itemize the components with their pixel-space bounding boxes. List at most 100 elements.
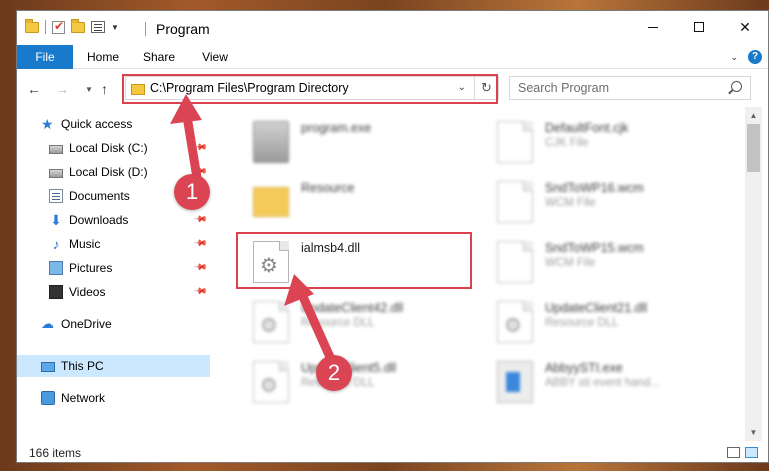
videos-icon — [49, 285, 63, 299]
file-item[interactable]: DefaultFont.cjk CJK File — [487, 117, 727, 169]
item-count: 166 items — [29, 446, 82, 460]
file-item[interactable]: UpdateClient5.dll Resource DLL — [243, 357, 483, 409]
forward-arrow-icon[interactable]: → — [55, 81, 69, 97]
pin-icon[interactable]: 📌 — [193, 284, 208, 300]
file-name: SndToWP16.wcm — [545, 181, 644, 195]
minimize-icon — [648, 26, 658, 28]
documents-icon — [49, 189, 63, 203]
quick-access-toolbar: ▼ — [25, 18, 119, 34]
search-icon — [731, 81, 742, 92]
ribbon-tabs: File Home Share View ⌄ ? — [17, 45, 768, 69]
folder-icon — [25, 18, 39, 33]
recent-locations-dropdown-icon[interactable]: ▼ — [85, 85, 93, 94]
download-icon: ⬇ — [50, 212, 62, 228]
sidebar-item-label: Pictures — [69, 261, 113, 275]
pictures-icon — [49, 261, 63, 275]
maximize-button[interactable] — [676, 11, 722, 43]
pin-icon[interactable]: 📌 — [193, 212, 208, 228]
step-1-callout: 1 — [174, 174, 210, 210]
sidebar-item-videos[interactable]: Videos 📌 — [49, 281, 210, 303]
file-item[interactable]: SndToWP16.wcm WCM File — [487, 177, 727, 229]
exe-icon — [253, 121, 289, 163]
sidebar-item-label: Downloads — [69, 213, 129, 227]
file-type: Resource DLL — [545, 317, 619, 329]
tab-share[interactable]: Share — [139, 45, 179, 69]
pin-icon[interactable]: 📌 — [193, 236, 208, 252]
file-item[interactable]: AbbyySTI.exe ABBY sti event hand... — [487, 357, 727, 409]
sidebar-item-onedrive[interactable]: ☁ OneDrive — [41, 313, 234, 335]
sidebar-item-label: OneDrive — [61, 317, 112, 331]
dll-icon — [253, 301, 289, 343]
file-type: CJK File — [545, 137, 589, 149]
document-icon — [497, 121, 533, 163]
search-placeholder: Search Program — [518, 81, 610, 95]
sidebar-item-label: Local Disk (D:) — [69, 165, 148, 179]
file-item[interactable]: UpdateClient21.dll Resource DLL — [487, 297, 727, 349]
sidebar-item-pictures[interactable]: Pictures 📌 — [49, 257, 210, 279]
scroll-up-icon[interactable]: ▲ — [745, 107, 762, 124]
sidebar-item-local-disk-c[interactable]: Local Disk (C:) 📌 — [49, 137, 210, 159]
status-bar: 166 items — [17, 441, 768, 462]
file-type: WCM File — [545, 197, 596, 209]
file-item[interactable]: Resource — [243, 177, 483, 229]
file-name: SndToWP15.wcm — [545, 241, 644, 255]
sidebar-item-label: Documents — [69, 189, 130, 203]
app-icon — [497, 361, 533, 403]
minimize-button[interactable] — [630, 11, 676, 43]
pin-icon[interactable]: 📌 — [193, 140, 208, 156]
tab-file[interactable]: File — [17, 45, 73, 69]
dll-icon — [253, 361, 289, 403]
up-arrow-icon[interactable]: ↑ — [101, 81, 108, 97]
file-name: UpdateClient21.dll — [545, 301, 648, 315]
sidebar-item-network[interactable]: Network — [41, 387, 234, 409]
document-icon — [497, 241, 533, 283]
file-highlight — [236, 232, 472, 289]
file-item[interactable]: SndToWP15.wcm WCM File — [487, 237, 727, 289]
vertical-scrollbar[interactable]: ▲ ▼ — [745, 107, 762, 441]
file-name: UpdateClient42.dll — [301, 301, 404, 315]
music-icon: ♪ — [52, 236, 60, 252]
pin-icon[interactable]: 📌 — [193, 260, 208, 276]
folder-icon — [253, 187, 289, 217]
scroll-down-icon[interactable]: ▼ — [745, 424, 762, 441]
network-icon — [41, 391, 55, 405]
sidebar-item-downloads[interactable]: ⬇ Downloads 📌 — [49, 209, 210, 231]
file-type: Resource DLL — [301, 317, 375, 329]
file-type: ABBY sti event hand... — [545, 377, 660, 389]
help-icon[interactable]: ? — [748, 50, 762, 64]
file-item[interactable]: program.exe — [243, 117, 483, 169]
scroll-thumb[interactable] — [747, 124, 760, 172]
sidebar-item-this-pc[interactable]: This PC — [17, 355, 210, 377]
drive-icon — [49, 145, 63, 154]
document-icon — [497, 181, 533, 223]
computer-icon — [41, 362, 55, 372]
tab-view[interactable]: View — [197, 45, 233, 69]
large-icons-view-icon[interactable] — [745, 447, 758, 458]
file-name: Resource — [301, 181, 355, 195]
sidebar-item-quick-access[interactable]: ★ Quick access — [41, 113, 234, 135]
customize-toolbar-dropdown-icon[interactable]: ▼ — [111, 23, 119, 32]
file-name: DefaultFont.cjk — [545, 121, 629, 135]
file-name: AbbyySTI.exe — [545, 361, 623, 375]
search-input[interactable]: Search Program — [509, 76, 751, 100]
file-name: program.exe — [301, 121, 372, 135]
sidebar-item-label: This PC — [61, 359, 104, 373]
window-title: Program — [156, 21, 210, 37]
drive-icon — [49, 169, 63, 178]
properties-icon[interactable] — [91, 21, 105, 33]
new-folder-icon[interactable] — [71, 18, 85, 33]
cloud-icon: ☁ — [41, 316, 54, 331]
title-bar: ▼ Program ✕ — [17, 11, 768, 45]
sidebar-item-music[interactable]: ♪ Music 📌 — [49, 233, 210, 255]
expand-ribbon-icon[interactable]: ⌄ — [730, 52, 738, 63]
properties-check-icon[interactable] — [52, 19, 65, 34]
maximize-icon — [694, 22, 704, 32]
file-item[interactable]: UpdateClient42.dll Resource DLL — [243, 297, 483, 349]
close-icon: ✕ — [739, 18, 751, 35]
tab-home[interactable]: Home — [81, 45, 125, 69]
close-button[interactable]: ✕ — [722, 11, 768, 43]
details-view-icon[interactable] — [727, 447, 740, 458]
back-arrow-icon[interactable]: ← — [27, 81, 41, 97]
file-type: WCM File — [545, 257, 596, 269]
sidebar-item-label: Videos — [69, 285, 106, 299]
